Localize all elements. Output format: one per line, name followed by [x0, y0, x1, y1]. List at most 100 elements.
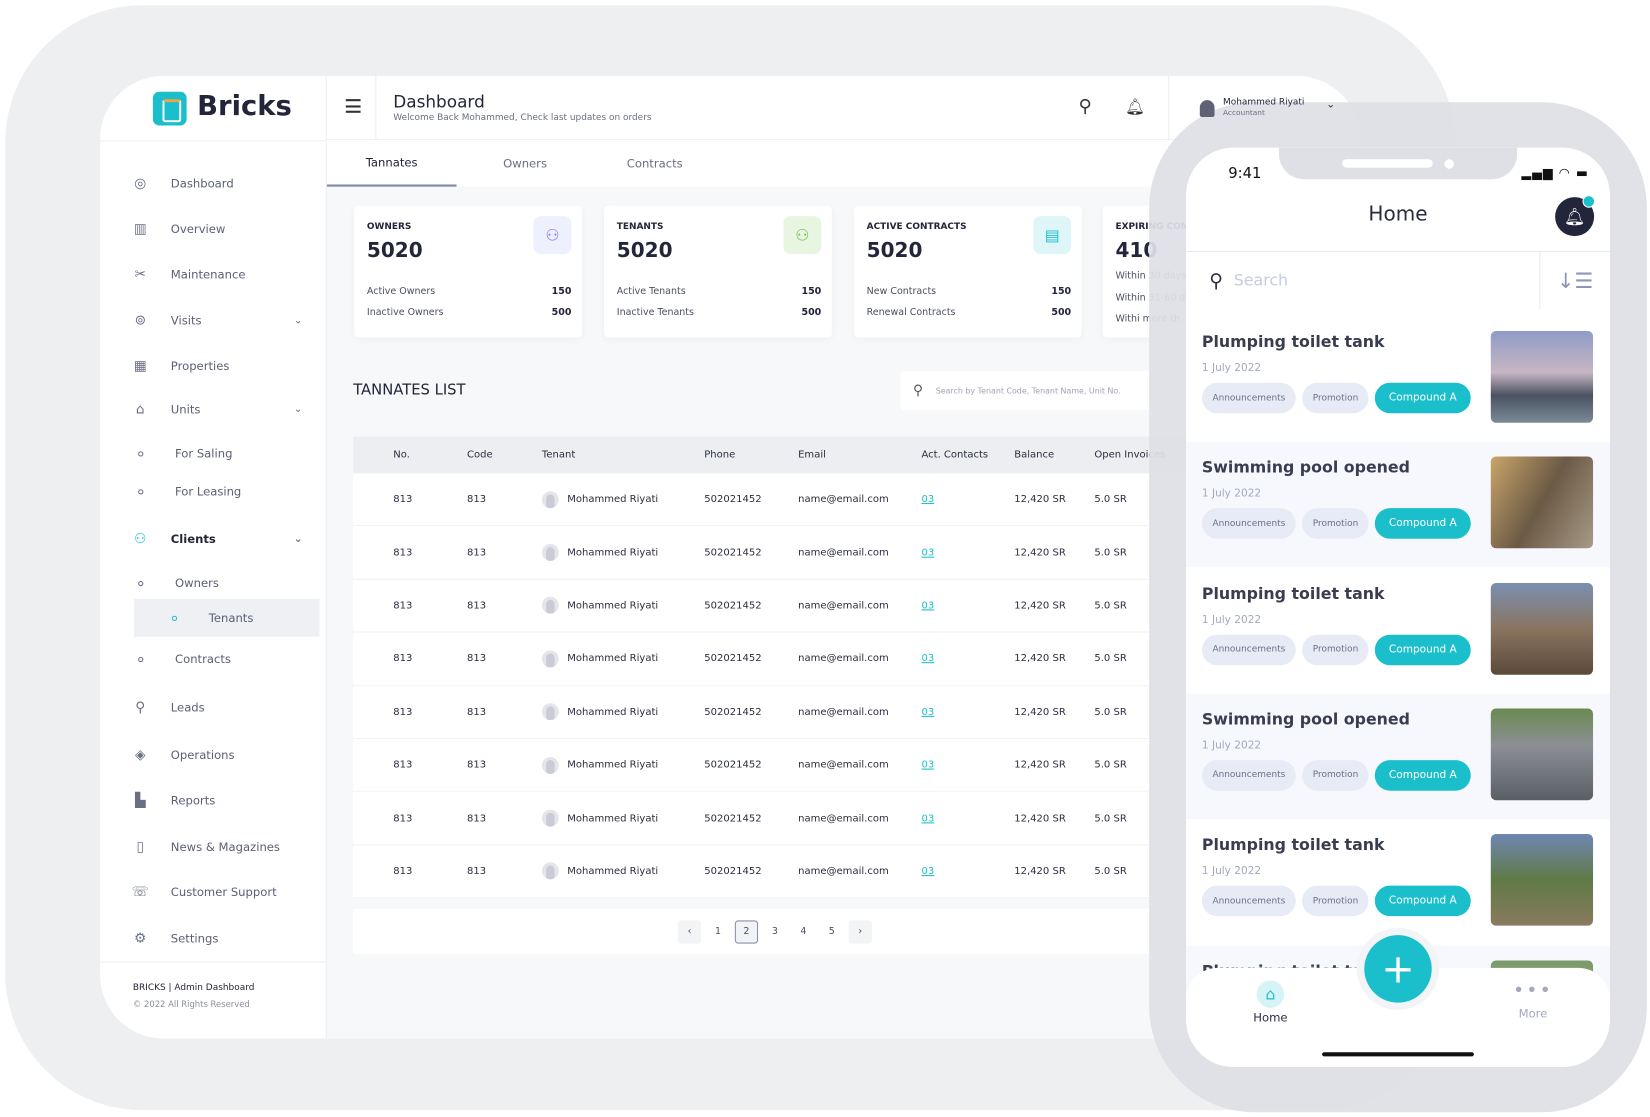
news-item[interactable]: Plumping toilet tank 1 July 2022 Announcem…: [1186, 568, 1610, 693]
chevron-down-icon[interactable]: ⌄: [1326, 99, 1335, 111]
cell-act-contacts[interactable]: 03: [921, 633, 934, 685]
tag-promotion[interactable]: Promotion: [1302, 508, 1369, 540]
sidebar-item-label: Leads: [170, 700, 205, 715]
cell-value[interactable]: 03: [921, 494, 934, 506]
page-subtitle: Welcome Back Mohammed, Check last update…: [393, 112, 652, 124]
tag-promotion[interactable]: Promotion: [1302, 382, 1369, 414]
sidebar-item-visits[interactable]: ⊚ Visits ⌄: [132, 305, 311, 337]
tab-owners[interactable]: Owners: [457, 140, 594, 186]
search-icon[interactable]: ⚲: [1079, 96, 1092, 117]
sidebar-item-operations[interactable]: ◈ Operations: [132, 739, 311, 771]
sidebar-item-maintenance[interactable]: ✂ Maintenance: [132, 258, 311, 290]
sidebar-item-overview[interactable]: ▥ Overview: [132, 213, 311, 245]
sidebar-item-label: Units: [170, 402, 201, 416]
page-1[interactable]: 1: [706, 919, 730, 944]
page-2[interactable]: 2: [734, 919, 759, 944]
tag-promotion[interactable]: Promotion: [1302, 634, 1369, 665]
cell-value[interactable]: 03: [921, 653, 934, 665]
table-row[interactable]: 813 813 Mohammed Riyati 502021452 name@email…: [353, 845, 1197, 899]
tag-list: Announcements Promotion Compound A: [1201, 760, 1471, 791]
tab-contracts[interactable]: Contracts: [586, 140, 723, 186]
tag-compound-a[interactable]: Compound A: [1375, 508, 1471, 540]
tag-compound-a[interactable]: Compound A: [1375, 760, 1471, 791]
cell-act-contacts[interactable]: 03: [921, 792, 934, 844]
sidebar-item-customer-support[interactable]: ☏ Customer Support: [132, 876, 311, 908]
news-item[interactable]: Swimming pool opened 1 July 2022 Announcem…: [1186, 693, 1610, 820]
sidebar-item-label: Maintenance: [170, 267, 246, 281]
cell-value: 813: [467, 706, 487, 718]
sidebar-item-for-saling[interactable]: For Saling: [132, 438, 311, 470]
cell-act-contacts[interactable]: 03: [921, 739, 934, 791]
tag-compound-a[interactable]: Compound A: [1375, 382, 1471, 414]
nav-home[interactable]: ⌂ Home: [1228, 980, 1312, 1025]
table-row[interactable]: 813 813 Mohammed Riyati 502021452 name@email…: [353, 685, 1197, 740]
sidebar-item-settings[interactable]: ⚙ Settings: [132, 923, 311, 955]
notification-bell-icon[interactable]: 🔔︎: [1555, 195, 1596, 237]
tag-promotion[interactable]: Promotion: [1302, 760, 1369, 791]
add-button[interactable]: +: [1364, 935, 1432, 1003]
sidebar-item-contracts[interactable]: Contracts: [132, 643, 311, 675]
page-3[interactable]: 3: [763, 919, 787, 944]
bell-icon[interactable]: 🔔︎: [1125, 97, 1145, 116]
sidebar-item-owners[interactable]: Owners: [132, 567, 311, 599]
tag-compound-a[interactable]: Compound A: [1375, 634, 1471, 665]
tag-announcements[interactable]: Announcements: [1201, 885, 1296, 917]
table-row[interactable]: 813 813 Mohammed Riyati 502021452 name@email…: [353, 526, 1197, 580]
card-label: TENANTS: [616, 221, 664, 232]
news-image: [1490, 582, 1594, 675]
sidebar-item-reports[interactable]: ▙ Reports: [132, 784, 311, 816]
table-row[interactable]: 813 813 Mohammed Riyati 502021452 name@email…: [353, 632, 1197, 686]
table-row[interactable]: 813 813 Mohammed Riyati 502021452 name@email…: [353, 473, 1197, 527]
cell-act-contacts[interactable]: 03: [921, 527, 934, 579]
news-item[interactable]: Swimming pool opened 1 July 2022 Announcem…: [1186, 442, 1610, 568]
cell-act-contacts[interactable]: 03: [921, 473, 934, 525]
cell-value: 502021452: [704, 759, 762, 771]
tag-compound-a[interactable]: Compound A: [1375, 885, 1471, 917]
sort-icon[interactable]: ↓☰: [1539, 251, 1610, 309]
table-row[interactable]: 813 813 Mohammed Riyati 502021452 name@email…: [353, 739, 1197, 793]
tab-tannates[interactable]: Tannates: [326, 140, 457, 187]
table-row[interactable]: 813 813 Mohammed Riyati 502021452 name@email…: [353, 792, 1197, 846]
phone-search-input[interactable]: ⚲ Search ↓☰: [1186, 250, 1610, 309]
prev-page-button[interactable]: ‹: [677, 919, 702, 944]
nav-more[interactable]: ••• More: [1491, 980, 1575, 1021]
sidebar-item-units[interactable]: ⌂ Units ⌄: [132, 393, 311, 425]
cell-act-contacts[interactable]: 03: [921, 580, 934, 632]
sidebar-item-label: Customer Support: [170, 885, 277, 899]
sidebar-item-clients[interactable]: ⚇ Clients ⌄: [132, 523, 311, 555]
news-item[interactable]: Plumping toilet tank 1 July 2022 Announcem…: [1186, 819, 1610, 944]
tag-announcements[interactable]: Announcements: [1201, 382, 1296, 414]
cell-value[interactable]: 03: [921, 812, 934, 824]
cell-value[interactable]: 03: [921, 865, 934, 877]
sidebar-item-dashboard[interactable]: ◎ Dashboard: [132, 168, 311, 200]
table-row[interactable]: 813 813 Mohammed Riyati 502021452 name@email…: [353, 579, 1197, 633]
tag-announcements[interactable]: Announcements: [1201, 508, 1296, 540]
sidebar-item-leads[interactable]: ⚲ Leads: [132, 692, 311, 724]
user-name[interactable]: Mohammed Riyati: [1223, 97, 1304, 108]
tag-announcements[interactable]: Announcements: [1201, 760, 1296, 791]
search-icon: ⚲: [1209, 269, 1224, 292]
sidebar-item-news-magazines[interactable]: ▯ News & Magazines: [132, 831, 311, 863]
menu-icon[interactable]: [345, 99, 361, 113]
cell-value[interactable]: 03: [921, 600, 934, 612]
cell-balance: 12,420 SR: [1014, 739, 1066, 791]
cell-value: 813: [393, 493, 413, 506]
cell-act-contacts[interactable]: 03: [921, 686, 934, 738]
cell-value: 813: [393, 599, 413, 612]
tag-promotion[interactable]: Promotion: [1302, 885, 1369, 917]
page-4[interactable]: 4: [791, 919, 815, 944]
news-item[interactable]: Plumping toilet tank 1 July 2022 Announcem…: [1186, 316, 1610, 441]
page-5[interactable]: 5: [820, 919, 844, 944]
cell-email: name@email.com: [798, 633, 889, 685]
cell-value[interactable]: 03: [921, 547, 934, 559]
sidebar-item-properties[interactable]: ▦ Properties: [132, 350, 311, 382]
cell-act-contacts[interactable]: 03: [921, 845, 934, 897]
sidebar-item-tenants[interactable]: Tenants: [133, 598, 320, 637]
cell-value[interactable]: 03: [921, 706, 934, 718]
tag-announcements[interactable]: Announcements: [1201, 634, 1296, 665]
sidebar-item-for-leasing[interactable]: For Leasing: [132, 475, 311, 507]
avatar[interactable]: [1199, 100, 1215, 118]
cell-value[interactable]: 03: [921, 759, 934, 771]
divider: [1168, 75, 1170, 141]
next-page-button[interactable]: ›: [848, 919, 872, 944]
